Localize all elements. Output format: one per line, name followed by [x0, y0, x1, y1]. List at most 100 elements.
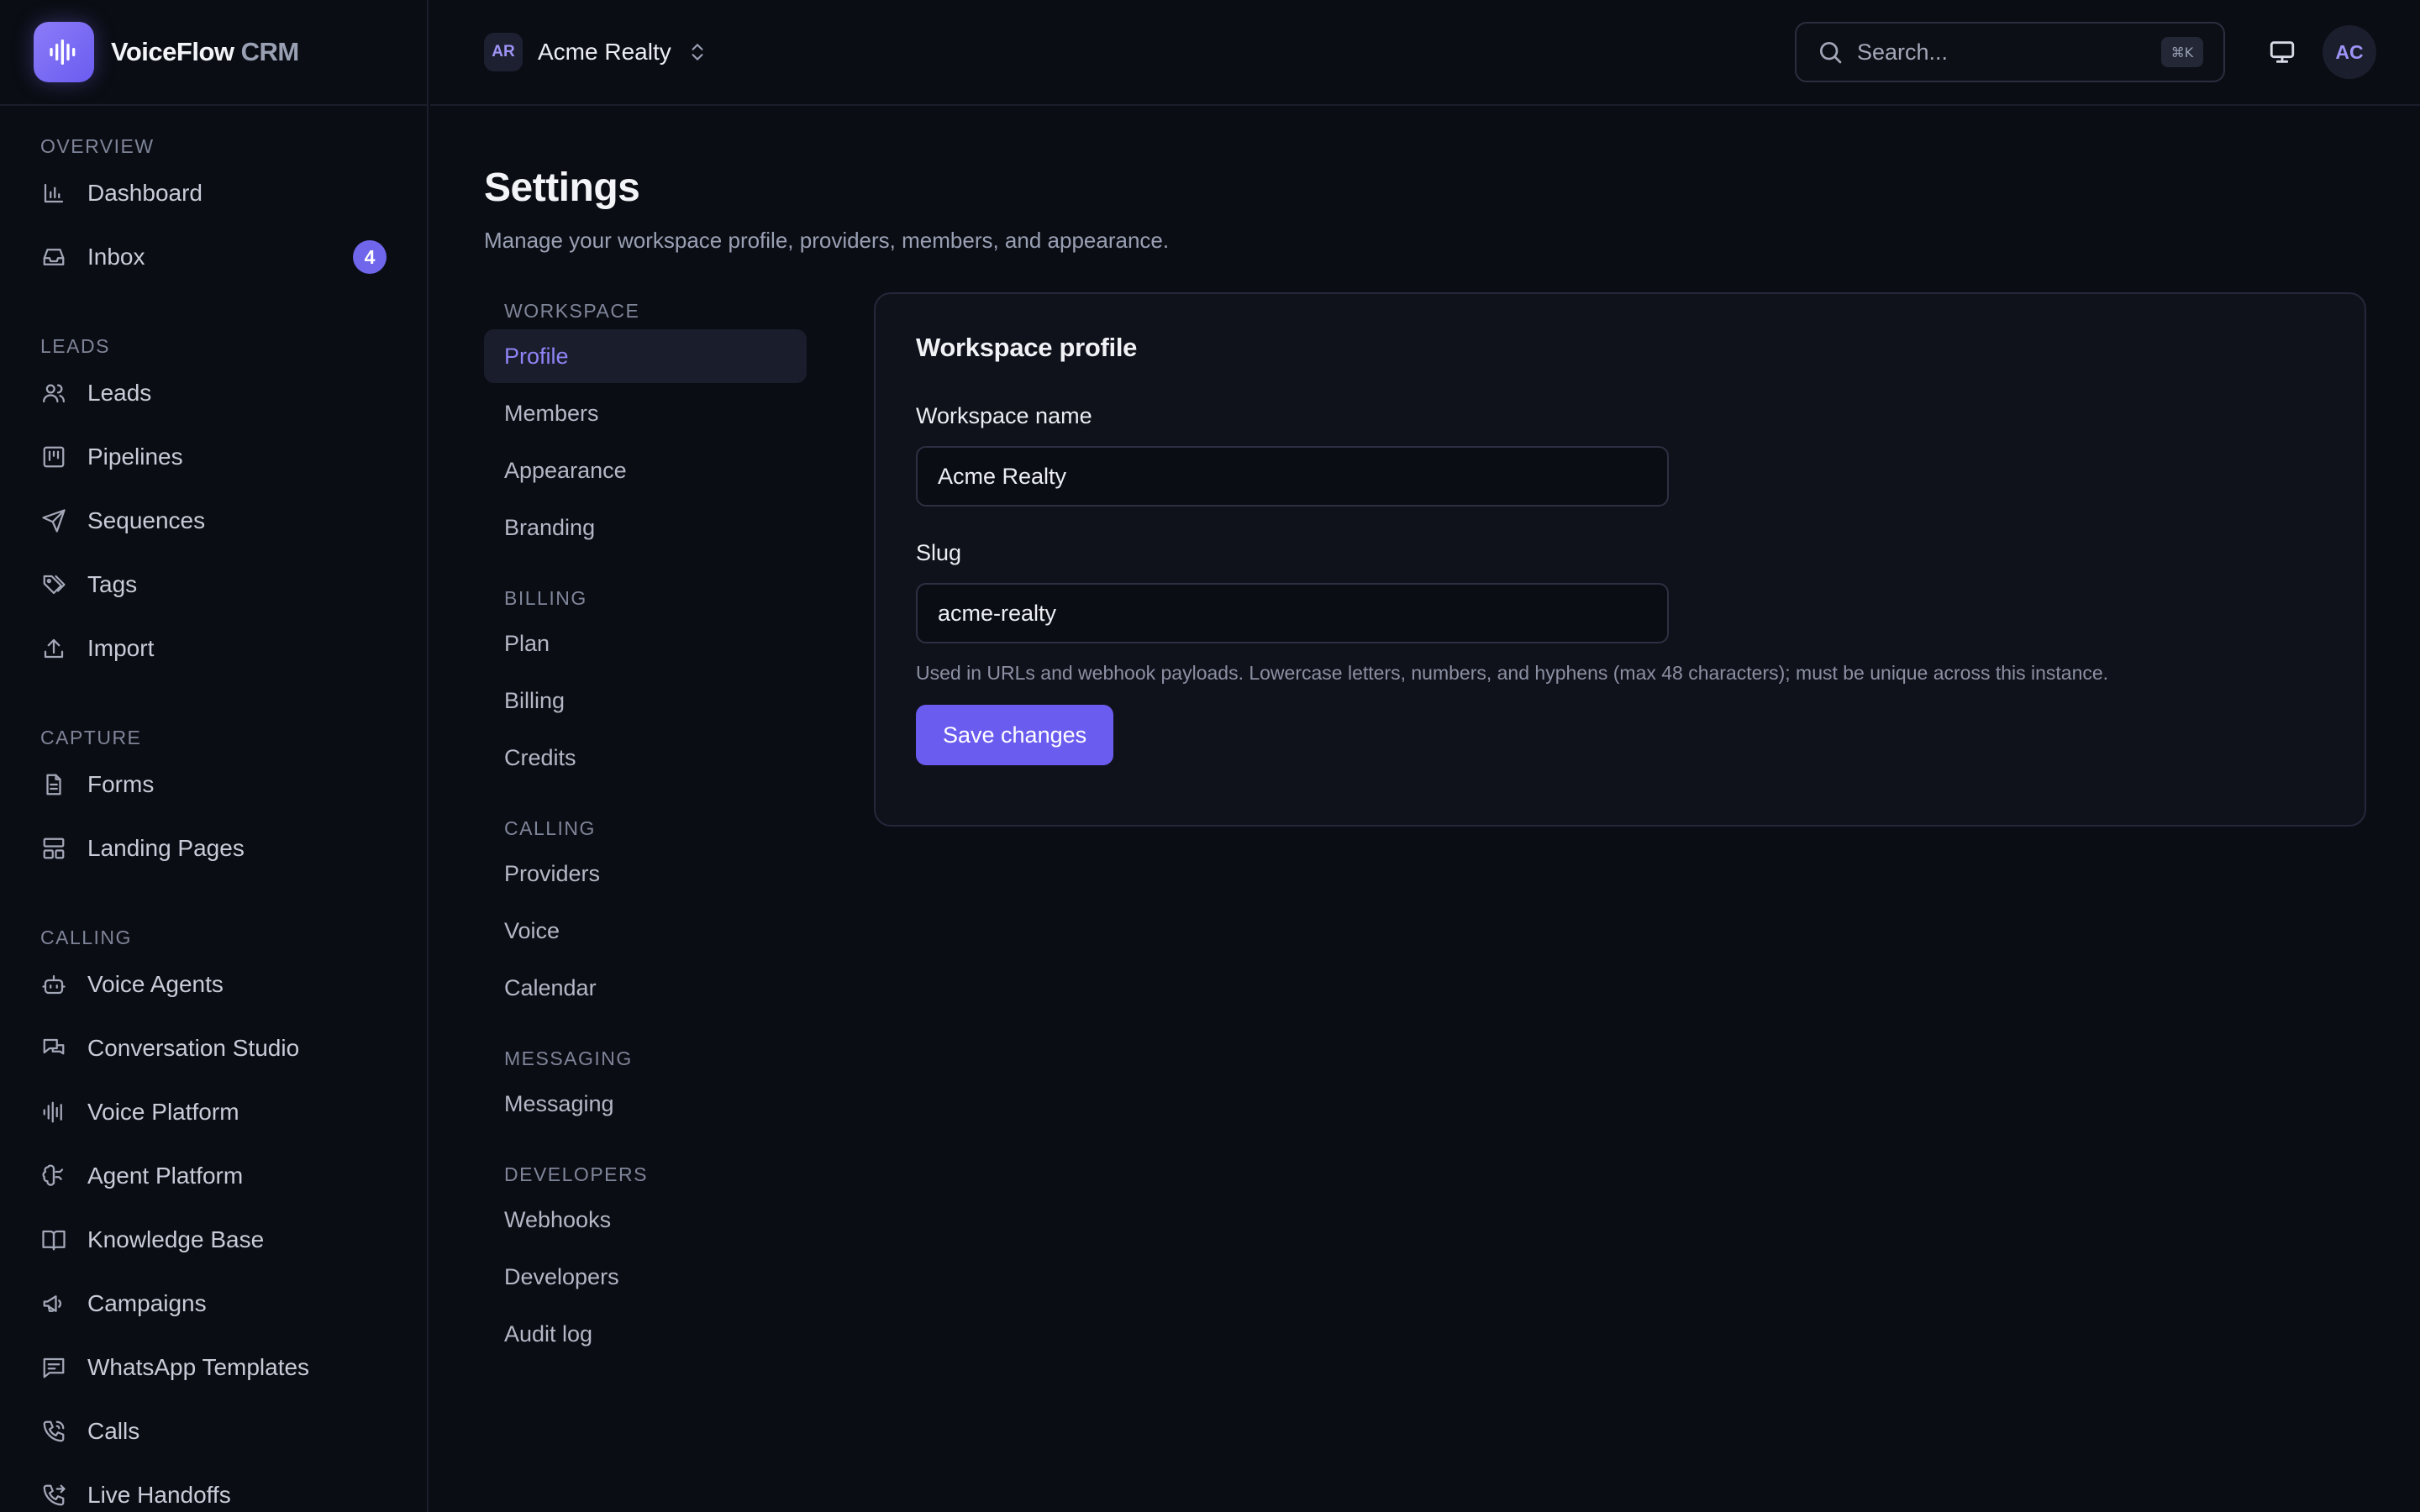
phone-forwarded-icon: [40, 1482, 67, 1509]
workspace-switcher[interactable]: AR Acme Realty: [484, 33, 708, 71]
search-shortcut: ⌘K: [2161, 37, 2203, 67]
phone-icon: [40, 1418, 67, 1445]
audio-lines-icon: [40, 1099, 67, 1126]
search-input[interactable]: [1857, 39, 2161, 66]
sidebar-item-calls[interactable]: Calls: [0, 1399, 427, 1463]
settings-nav-item-audit-log[interactable]: Audit log: [484, 1307, 807, 1361]
file-text-icon: [40, 771, 67, 798]
sidebar-item-whatsapp-templates[interactable]: WhatsApp Templates: [0, 1336, 427, 1399]
slug-hint: Used in URLs and webhook payloads. Lower…: [916, 662, 2109, 684]
nav-section-heading: Leads: [40, 335, 110, 357]
sidebar: VoiceFlow CRM Overview Dashboard Inbox 4 Lea…: [0, 0, 429, 1512]
settings-nav-item-webhooks[interactable]: Webhooks: [484, 1193, 807, 1247]
card-title: Workspace profile: [916, 333, 1138, 362]
nav-section-heading: Overview: [40, 135, 155, 157]
settings-nav-group: Developers Webhooks Developers Audit log: [484, 1159, 807, 1361]
workspace-profile-card: Workspace profile Workspace name Slug Us…: [874, 292, 2366, 827]
sidebar-item-inbox[interactable]: Inbox 4: [0, 225, 427, 289]
sidebar-item-label: Leads: [87, 380, 152, 406]
settings-nav-item-members[interactable]: Members: [484, 386, 807, 440]
message-square-icon: [40, 1354, 67, 1381]
upload-icon: [40, 635, 67, 662]
settings-nav-heading: Calling: [504, 817, 596, 839]
kanban-icon: [40, 444, 67, 470]
page-subtitle: Manage your workspace profile, providers…: [484, 228, 1170, 253]
sidebar-item-pipelines[interactable]: Pipelines: [0, 425, 427, 489]
sidebar-item-label: Tags: [87, 571, 138, 597]
settings-nav-item-plan[interactable]: Plan: [484, 617, 807, 670]
settings-nav-item-messaging[interactable]: Messaging: [484, 1077, 807, 1131]
sidebar-item-campaigns[interactable]: Campaigns: [0, 1272, 427, 1336]
sidebar-item-sequences[interactable]: Sequences: [0, 489, 427, 553]
settings-nav-heading: Workspace: [504, 300, 640, 322]
sidebar-item-label: Agent Platform: [87, 1163, 244, 1189]
nav-section: Capture Forms Landing Pages: [0, 724, 427, 880]
sidebar-item-label: Voice Platform: [87, 1099, 239, 1125]
brand-name: VoiceFlow CRM: [111, 37, 299, 66]
nav-section-heading: Calling: [40, 927, 132, 948]
book-open-icon: [40, 1226, 67, 1253]
sidebar-item-dashboard[interactable]: Dashboard: [0, 161, 427, 225]
brand[interactable]: VoiceFlow CRM: [0, 0, 427, 106]
sidebar-item-label: Campaigns: [87, 1290, 207, 1316]
bot-icon: [40, 971, 67, 998]
workspace-name-label: Workspace name: [916, 403, 1092, 428]
layout-icon: [40, 835, 67, 862]
settings-nav-item-providers[interactable]: Providers: [484, 847, 807, 900]
slug-label: Slug: [916, 540, 962, 565]
settings-nav: Workspace Profile Members Appearance Brandin…: [484, 296, 807, 1389]
sidebar-item-forms[interactable]: Forms: [0, 753, 427, 816]
topbar: AR Acme Realty ⌘K AC: [430, 0, 2420, 106]
main-content: Settings Manage your workspace profile, …: [484, 106, 2366, 1512]
inbox-count-badge: 4: [353, 240, 387, 274]
sidebar-item-leads[interactable]: Leads: [0, 361, 427, 425]
sidebar-item-landing-pages[interactable]: Landing Pages: [0, 816, 427, 880]
sidebar-item-conversation-studio[interactable]: Conversation Studio: [0, 1016, 427, 1080]
settings-nav-heading: Billing: [504, 587, 587, 609]
settings-nav-item-appearance[interactable]: Appearance: [484, 444, 807, 497]
search-box[interactable]: ⌘K: [1795, 22, 2225, 82]
user-avatar[interactable]: AC: [2323, 25, 2376, 79]
settings-nav-item-calendar[interactable]: Calendar: [484, 961, 807, 1015]
sidebar-item-import[interactable]: Import: [0, 617, 427, 680]
sidebar-item-label: Import: [87, 635, 155, 661]
sidebar-item-voice-platform[interactable]: Voice Platform: [0, 1080, 427, 1144]
nav-section: Leads Leads Pipelines Sequences Tags Import: [0, 333, 427, 680]
sidebar-item-label: WhatsApp Templates: [87, 1354, 310, 1380]
save-changes-button[interactable]: Save changes: [916, 705, 1114, 765]
sidebar-item-label: Knowledge Base: [87, 1226, 265, 1252]
sidebar-item-live-handoffs[interactable]: Live Handoffs: [0, 1463, 427, 1512]
messages-icon: [40, 1035, 67, 1062]
audio-waveform-icon: [34, 22, 94, 82]
sidebar-item-label: Inbox: [87, 244, 145, 270]
settings-nav-item-developers[interactable]: Developers: [484, 1250, 807, 1304]
send-icon: [40, 507, 67, 534]
sidebar-item-tags[interactable]: Tags: [0, 553, 427, 617]
sidebar-item-label: Pipelines: [87, 444, 183, 470]
search-icon: [1820, 42, 1842, 64]
settings-nav-heading: Messaging: [504, 1047, 633, 1069]
settings-nav-item-billing[interactable]: Billing: [484, 674, 807, 727]
sidebar-item-label: Calls: [87, 1418, 140, 1444]
nav-section-heading: Capture: [40, 727, 142, 748]
settings-nav-item-branding[interactable]: Branding: [484, 501, 807, 554]
workspace-name-input[interactable]: [916, 446, 1669, 507]
sidebar-item-agent-platform[interactable]: Agent Platform: [0, 1144, 427, 1208]
sidebar-item-label: Landing Pages: [87, 835, 245, 861]
settings-nav-group: Messaging Messaging: [484, 1043, 807, 1131]
settings-nav-item-voice[interactable]: Voice: [484, 904, 807, 958]
inbox-icon: [40, 244, 67, 270]
nav-section: Calling Voice Agents Conversation Studio Vo…: [0, 924, 427, 1512]
workspace-name: Acme Realty: [538, 39, 671, 65]
sidebar-item-label: Voice Agents: [87, 971, 224, 997]
sidebar-item-voice-agents[interactable]: Voice Agents: [0, 953, 427, 1016]
bar-chart-icon: [40, 180, 67, 207]
workspace-avatar: AR: [484, 33, 523, 71]
monitor-icon[interactable]: [2265, 35, 2299, 69]
sidebar-item-knowledge-base[interactable]: Knowledge Base: [0, 1208, 427, 1272]
settings-nav-item-profile[interactable]: Profile: [484, 329, 807, 383]
sidebar-item-label: Sequences: [87, 507, 206, 533]
brain-icon: [40, 1163, 67, 1189]
settings-nav-item-credits[interactable]: Credits: [484, 731, 807, 785]
slug-input[interactable]: [916, 583, 1669, 643]
